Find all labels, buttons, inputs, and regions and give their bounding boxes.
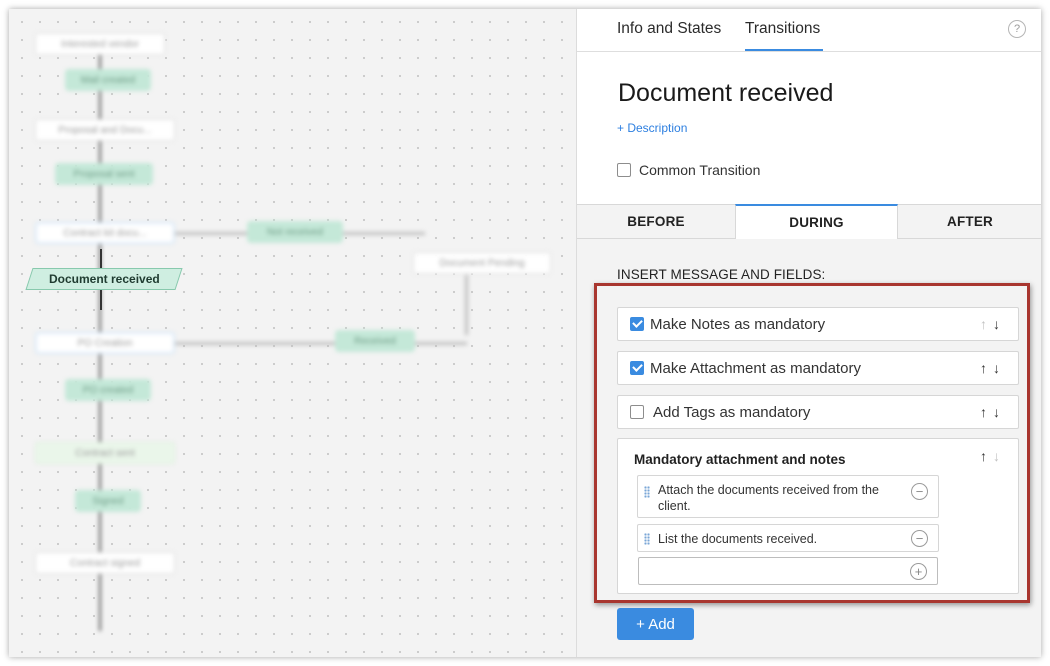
current-state-node[interactable]: Document received <box>25 268 183 290</box>
list-item[interactable]: Make Attachment as mandatory ↑↓ <box>617 351 1019 385</box>
section-heading: INSERT MESSAGE AND FIELDS: <box>617 267 826 282</box>
tab-after[interactable]: AFTER <box>898 205 1041 238</box>
flow-transition: Mail created <box>65 69 151 91</box>
arrow-up-icon[interactable]: ↑ <box>980 448 993 464</box>
flow-node: PO Creation <box>35 332 175 354</box>
note-item[interactable]: List the documents received. − <box>637 524 939 552</box>
list-item-label: Make Attachment as mandatory <box>650 359 861 377</box>
flow-transition: PO created <box>65 379 151 401</box>
arrow-up-icon[interactable]: ↑ <box>980 316 993 332</box>
flow-connector <box>100 290 102 310</box>
list-item-label: Make Notes as mandatory <box>650 315 826 333</box>
common-transition-option[interactable]: Common Transition <box>617 162 760 178</box>
remove-note-icon[interactable]: − <box>911 483 928 500</box>
attachment-mandatory-checkbox[interactable] <box>630 361 644 375</box>
flow-node: Proposal and Docu... <box>35 119 175 141</box>
transition-title: Document received <box>618 79 834 107</box>
arrow-down-icon[interactable]: ↓ <box>993 448 1006 464</box>
reorder-arrows[interactable]: ↑↓ <box>980 404 1006 420</box>
reorder-arrows[interactable]: ↑↓ <box>980 448 1006 464</box>
active-tab-indicator <box>745 49 823 51</box>
drag-handle-icon[interactable] <box>644 486 650 498</box>
arrow-up-icon[interactable]: ↑ <box>980 404 993 420</box>
tags-mandatory-checkbox[interactable] <box>630 405 644 419</box>
remove-note-icon[interactable]: − <box>911 530 928 547</box>
help-icon[interactable]: ? <box>1008 20 1026 38</box>
flow-transition: Signed <box>75 490 141 512</box>
flow-node: Contract sent <box>35 442 175 464</box>
add-note-icon[interactable]: + <box>910 563 927 580</box>
flow-node: Contract kit docu... <box>35 222 175 244</box>
list-item-label: Add Tags as mandatory <box>653 403 811 421</box>
mandatory-notes-card: Mandatory attachment and notes ↑↓ Attach… <box>617 438 1019 594</box>
arrow-up-icon[interactable]: ↑ <box>980 360 993 376</box>
current-state-label: Document received <box>48 272 160 286</box>
blueprint-canvas[interactable]: Interested vendor Mail created Proposal … <box>9 9 576 657</box>
notes-card-title: Mandatory attachment and notes <box>634 452 846 467</box>
flow-connector <box>465 275 468 335</box>
arrow-down-icon[interactable]: ↓ <box>993 404 1006 420</box>
flow-node: Contract signed <box>35 552 175 574</box>
flow-transition: Not received <box>247 221 343 243</box>
reorder-arrows[interactable]: ↑↓ <box>980 360 1006 376</box>
transition-panel: Info and States Transitions ? Document r… <box>576 9 1041 657</box>
common-transition-label: Common Transition <box>639 162 761 178</box>
flow-connector <box>175 342 467 345</box>
arrow-down-icon[interactable]: ↓ <box>993 316 1006 332</box>
blurred-flow: Interested vendor Mail created Proposal … <box>9 9 576 657</box>
panel-tabs: Info and States Transitions ? <box>577 9 1041 52</box>
tab-before[interactable]: BEFORE <box>577 205 735 238</box>
flow-transition: Received <box>335 330 415 352</box>
add-button[interactable]: + Add <box>617 608 694 640</box>
app-window: Interested vendor Mail created Proposal … <box>9 9 1041 657</box>
tab-info-and-states[interactable]: Info and States <box>617 20 721 38</box>
new-note-input[interactable]: + <box>638 557 938 585</box>
flow-node: Interested vendor <box>35 33 165 55</box>
tab-transitions[interactable]: Transitions <box>745 20 820 38</box>
flow-connector <box>100 249 102 268</box>
drag-handle-icon[interactable] <box>644 533 650 545</box>
tab-during[interactable]: DURING <box>735 204 898 239</box>
flow-node: Document Pending <box>413 252 551 274</box>
note-item[interactable]: Attach the documents received from the c… <box>637 475 939 518</box>
reorder-arrows[interactable]: ↑↓ <box>980 316 1006 332</box>
flow-transition: Proposal sent <box>55 163 153 185</box>
notes-mandatory-checkbox[interactable] <box>630 317 644 331</box>
note-text: List the documents received. <box>658 532 818 546</box>
list-item[interactable]: Make Notes as mandatory ↑↓ <box>617 307 1019 341</box>
common-transition-checkbox[interactable] <box>617 163 631 177</box>
arrow-down-icon[interactable]: ↓ <box>993 360 1006 376</box>
add-description-link[interactable]: + Description <box>617 121 687 135</box>
list-item[interactable]: Add Tags as mandatory ↑↓ <box>617 395 1019 429</box>
phase-tabs: BEFORE DURING AFTER <box>577 204 1041 239</box>
note-text: Attach the documents received from the c… <box>658 483 879 513</box>
